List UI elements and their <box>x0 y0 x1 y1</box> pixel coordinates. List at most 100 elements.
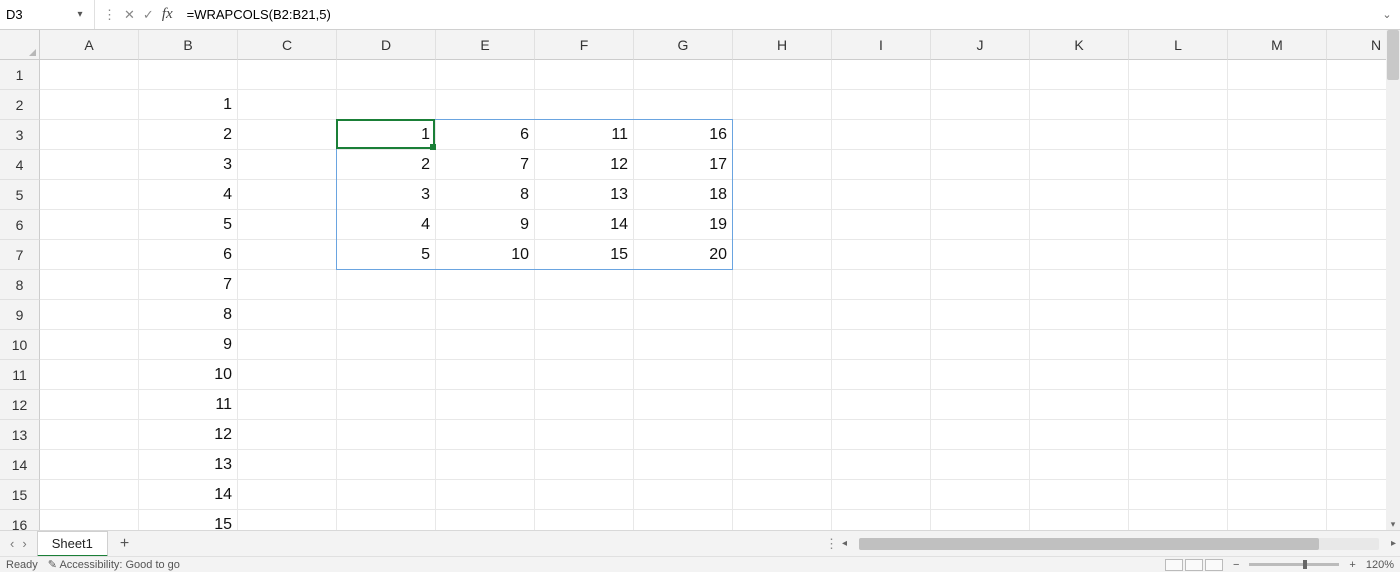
cell-G14[interactable] <box>634 450 733 480</box>
cell-G10[interactable] <box>634 330 733 360</box>
cell-N10[interactable] <box>1327 330 1386 360</box>
cell-J8[interactable] <box>931 270 1030 300</box>
cell-D8[interactable] <box>337 270 436 300</box>
cell-N16[interactable] <box>1327 510 1386 530</box>
cell-B3[interactable]: 2 <box>139 120 238 150</box>
cell-A7[interactable] <box>40 240 139 270</box>
cell-B13[interactable]: 12 <box>139 420 238 450</box>
cell-J5[interactable] <box>931 180 1030 210</box>
zoom-out-button[interactable]: − <box>1233 559 1239 571</box>
cell-M4[interactable] <box>1228 150 1327 180</box>
cell-N6[interactable] <box>1327 210 1386 240</box>
cell-G8[interactable] <box>634 270 733 300</box>
cell-E1[interactable] <box>436 60 535 90</box>
cell-I4[interactable] <box>832 150 931 180</box>
cell-J7[interactable] <box>931 240 1030 270</box>
cell-J1[interactable] <box>931 60 1030 90</box>
cell-E7[interactable]: 10 <box>436 240 535 270</box>
cell-N9[interactable] <box>1327 300 1386 330</box>
cell-I8[interactable] <box>832 270 931 300</box>
cell-D15[interactable] <box>337 480 436 510</box>
cell-M16[interactable] <box>1228 510 1327 530</box>
cell-I5[interactable] <box>832 180 931 210</box>
cell-E15[interactable] <box>436 480 535 510</box>
cell-F10[interactable] <box>535 330 634 360</box>
cell-N15[interactable] <box>1327 480 1386 510</box>
cell-K7[interactable] <box>1030 240 1129 270</box>
cell-A10[interactable] <box>40 330 139 360</box>
hscroll-right-icon[interactable]: ▸ <box>1387 538 1400 549</box>
cell-H15[interactable] <box>733 480 832 510</box>
select-all-corner[interactable] <box>0 30 40 60</box>
cell-E3[interactable]: 6 <box>436 120 535 150</box>
cancel-icon[interactable]: ✕ <box>124 7 135 23</box>
cell-K1[interactable] <box>1030 60 1129 90</box>
cell-N8[interactable] <box>1327 270 1386 300</box>
cell-H5[interactable] <box>733 180 832 210</box>
cell-M12[interactable] <box>1228 390 1327 420</box>
zoom-level[interactable]: 120% <box>1366 559 1394 571</box>
row-header[interactable]: 11 <box>0 360 40 390</box>
row-header[interactable]: 9 <box>0 300 40 330</box>
row-header[interactable]: 1 <box>0 60 40 90</box>
cell-E5[interactable]: 8 <box>436 180 535 210</box>
hscroll-left-icon[interactable]: ◂ <box>838 538 851 549</box>
cell-F2[interactable] <box>535 90 634 120</box>
cell-C6[interactable] <box>238 210 337 240</box>
cell-B4[interactable]: 3 <box>139 150 238 180</box>
cell-L3[interactable] <box>1129 120 1228 150</box>
cell-A2[interactable] <box>40 90 139 120</box>
cell-G4[interactable]: 17 <box>634 150 733 180</box>
row-header[interactable]: 5 <box>0 180 40 210</box>
cell-D2[interactable] <box>337 90 436 120</box>
cell-J4[interactable] <box>931 150 1030 180</box>
cell-F11[interactable] <box>535 360 634 390</box>
cell-N1[interactable] <box>1327 60 1386 90</box>
cell-C5[interactable] <box>238 180 337 210</box>
column-header[interactable]: N <box>1327 30 1386 60</box>
cell-B6[interactable]: 5 <box>139 210 238 240</box>
cell-D13[interactable] <box>337 420 436 450</box>
cell-B8[interactable]: 7 <box>139 270 238 300</box>
cell-F14[interactable] <box>535 450 634 480</box>
zoom-in-button[interactable]: + <box>1349 559 1355 571</box>
cell-F3[interactable]: 11 <box>535 120 634 150</box>
row-header[interactable]: 16 <box>0 510 40 530</box>
cell-J3[interactable] <box>931 120 1030 150</box>
cell-A15[interactable] <box>40 480 139 510</box>
cell-J15[interactable] <box>931 480 1030 510</box>
cell-F9[interactable] <box>535 300 634 330</box>
enter-icon[interactable]: ✓ <box>143 7 154 23</box>
cell-F16[interactable] <box>535 510 634 530</box>
cell-M9[interactable] <box>1228 300 1327 330</box>
cell-E4[interactable]: 7 <box>436 150 535 180</box>
cell-C11[interactable] <box>238 360 337 390</box>
horizontal-scroll-thumb[interactable] <box>859 538 1319 550</box>
zoom-thumb[interactable] <box>1303 560 1307 569</box>
cell-C15[interactable] <box>238 480 337 510</box>
cell-G5[interactable]: 18 <box>634 180 733 210</box>
cell-K16[interactable] <box>1030 510 1129 530</box>
cell-H13[interactable] <box>733 420 832 450</box>
cell-C9[interactable] <box>238 300 337 330</box>
cell-G2[interactable] <box>634 90 733 120</box>
fx-icon[interactable]: fx <box>162 6 173 23</box>
cell-C16[interactable] <box>238 510 337 530</box>
cell-F4[interactable]: 12 <box>535 150 634 180</box>
more-icon[interactable]: ⋮ <box>103 7 116 23</box>
cell-B7[interactable]: 6 <box>139 240 238 270</box>
cell-I12[interactable] <box>832 390 931 420</box>
cell-I2[interactable] <box>832 90 931 120</box>
row-header[interactable]: 10 <box>0 330 40 360</box>
cell-J9[interactable] <box>931 300 1030 330</box>
cell-A6[interactable] <box>40 210 139 240</box>
cell-H10[interactable] <box>733 330 832 360</box>
cell-M10[interactable] <box>1228 330 1327 360</box>
row-header[interactable]: 13 <box>0 420 40 450</box>
column-header[interactable]: G <box>634 30 733 60</box>
cell-J12[interactable] <box>931 390 1030 420</box>
cell-H14[interactable] <box>733 450 832 480</box>
name-box-dropdown-icon[interactable]: ▾ <box>70 9 90 20</box>
row-header[interactable]: 6 <box>0 210 40 240</box>
cell-L4[interactable] <box>1129 150 1228 180</box>
